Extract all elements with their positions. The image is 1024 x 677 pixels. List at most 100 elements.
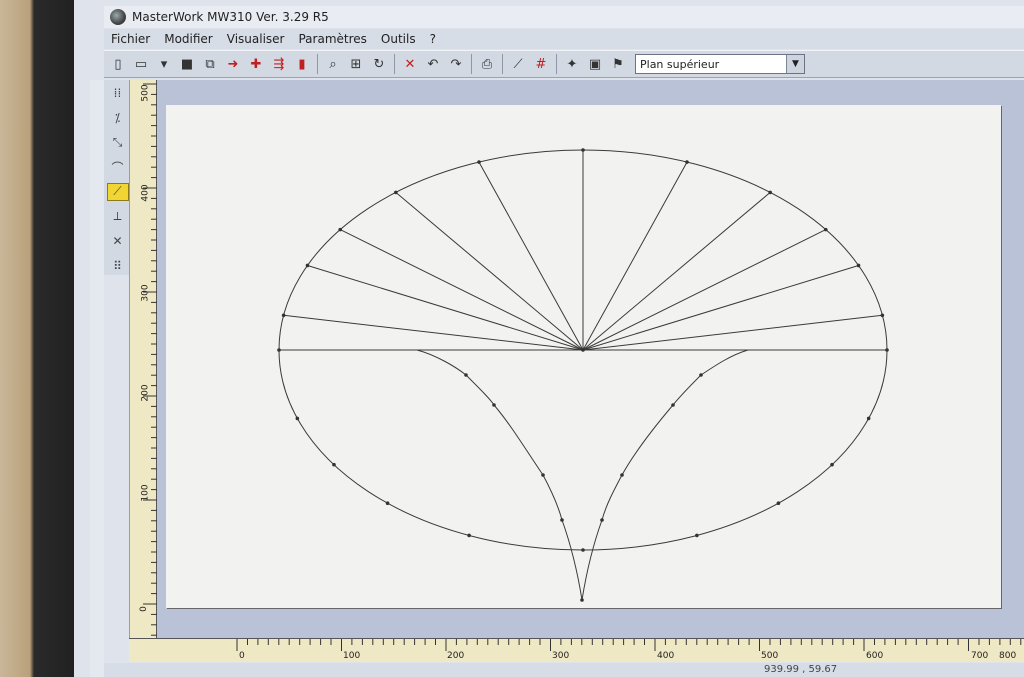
zoom-window-icon[interactable]: ⊞: [346, 54, 366, 74]
view-select-value: Plan supérieur: [640, 57, 720, 71]
open-folder-icon[interactable]: ▭: [131, 54, 151, 74]
node-point: [464, 373, 468, 377]
flag-icon[interactable]: ⚑: [608, 54, 628, 74]
node-point: [277, 348, 281, 352]
node-point: [477, 160, 481, 164]
node-point: [880, 313, 885, 318]
node-point: [685, 160, 689, 164]
menu-help[interactable]: ?: [423, 32, 443, 46]
toolbar-separator: [556, 54, 557, 74]
node-tool-icon[interactable]: ⟂: [107, 207, 129, 226]
node-point: [560, 518, 564, 522]
node-point: [699, 373, 703, 377]
zoom-icon[interactable]: ⌕: [323, 54, 343, 74]
node-point: [581, 548, 585, 552]
vruler-label-0: 0: [138, 606, 149, 612]
drawing-toolbox: ⁞⁞ ⁒ ⤡ ⌒ ⟋ ⟂ ✕ ⠿: [104, 80, 132, 275]
tool-a-icon[interactable]: ✦: [562, 54, 582, 74]
line-points-icon[interactable]: ⤡: [107, 133, 129, 152]
window-title: MasterWork MW310 Ver. 3.29 R5: [132, 10, 329, 24]
node-point: [768, 190, 772, 195]
refresh-icon[interactable]: ↻: [369, 54, 389, 74]
menu-outils[interactable]: Outils: [374, 32, 423, 46]
hruler-label-400: 400: [657, 651, 675, 661]
vruler-label-500: 500: [140, 84, 151, 102]
grid-points-icon[interactable]: ⠿: [107, 256, 129, 275]
measure-icon[interactable]: ⟋: [508, 54, 528, 74]
hruler-label-200: 200: [447, 651, 465, 661]
toolbar-separator: [471, 54, 472, 74]
title-bar: MasterWork MW310 Ver. 3.29 R5: [104, 6, 1024, 28]
print-icon[interactable]: ⎙: [477, 54, 497, 74]
node-point: [776, 501, 781, 506]
menu-bar: Fichier Modifier Visualiser Paramètres O…: [104, 29, 1024, 49]
fan-line: [582, 314, 883, 351]
node-point: [580, 598, 584, 602]
undo-icon[interactable]: ↶: [423, 54, 443, 74]
node-point: [581, 148, 585, 152]
node-point: [332, 462, 336, 467]
menu-fichier[interactable]: Fichier: [104, 32, 157, 46]
node-point: [823, 227, 828, 232]
node-point: [856, 263, 861, 268]
grid-icon[interactable]: #: [531, 54, 551, 74]
drawing-canvas[interactable]: [157, 80, 1024, 638]
menu-visualiser[interactable]: Visualiser: [220, 32, 292, 46]
hruler-label-700: 700: [971, 651, 989, 661]
menu-modifier[interactable]: Modifier: [157, 32, 220, 46]
node-point: [492, 403, 496, 407]
node-point: [281, 313, 286, 318]
node-point: [885, 348, 889, 352]
vertical-ruler-ticks: [128, 80, 157, 662]
node-point: [541, 473, 545, 477]
new-file-icon[interactable]: ▯: [108, 54, 128, 74]
node-point: [600, 518, 604, 522]
vruler-label-400: 400: [140, 184, 151, 202]
point-tool-icon[interactable]: ⁒: [107, 109, 129, 128]
toolbar-separator: [394, 54, 395, 74]
hruler-label-300: 300: [552, 651, 570, 661]
view-select[interactable]: Plan supérieur ▼: [635, 54, 805, 74]
save-icon[interactable]: ■: [177, 54, 197, 74]
vruler-label-200: 200: [140, 384, 151, 402]
fan-line: [478, 161, 584, 351]
cursor-coordinates: 939.99 , 59.67: [764, 664, 838, 675]
redo-icon[interactable]: ↷: [446, 54, 466, 74]
copy-icon[interactable]: ⧉: [200, 54, 220, 74]
horizontal-ruler: 0 100 200 300 400 500 600 700 800: [129, 638, 1024, 662]
line-tool-icon[interactable]: ⟋: [106, 182, 129, 202]
menu-parametres[interactable]: Paramètres: [291, 32, 373, 46]
left-panel: [90, 80, 104, 677]
fan-line: [283, 314, 584, 351]
delete-icon[interactable]: ✕: [400, 54, 420, 74]
toolbar-separator: [317, 54, 318, 74]
cross-tool-icon[interactable]: ✕: [107, 232, 129, 251]
vertical-ruler: 500 400 300 200 100 0: [128, 80, 157, 662]
cad-drawing: [277, 148, 889, 602]
hruler-label-800: 800: [999, 651, 1017, 661]
hruler-label-0: 0: [239, 651, 245, 661]
node-point: [338, 227, 343, 232]
vruler-label-100: 100: [140, 484, 151, 502]
hruler-label-500: 500: [761, 651, 779, 661]
node-point: [620, 473, 624, 477]
node-point: [581, 348, 585, 352]
node-point: [695, 533, 699, 538]
dot-grid-icon[interactable]: ⁞⁞: [107, 84, 129, 103]
horizontal-ruler-ticks: [236, 639, 1022, 651]
tool-b-icon[interactable]: ▣: [585, 54, 605, 74]
dropdown-arrow-icon[interactable]: ▾: [154, 54, 174, 74]
node-point: [295, 416, 300, 421]
hruler-label-100: 100: [343, 651, 361, 661]
transfer-icon[interactable]: ⇶: [269, 54, 289, 74]
node-point: [394, 190, 398, 195]
delete-file-icon[interactable]: ▮: [292, 54, 312, 74]
vruler-label-300: 300: [140, 284, 151, 302]
curved-profile: [416, 349, 749, 601]
status-bar: 939.99 , 59.67: [104, 663, 1024, 677]
export-icon[interactable]: ➜: [223, 54, 243, 74]
chevron-down-icon[interactable]: ▼: [786, 55, 804, 73]
arc-tool-icon[interactable]: ⌒: [107, 158, 129, 177]
import-icon[interactable]: ✚: [246, 54, 266, 74]
drawing-sheet[interactable]: [166, 105, 1001, 608]
